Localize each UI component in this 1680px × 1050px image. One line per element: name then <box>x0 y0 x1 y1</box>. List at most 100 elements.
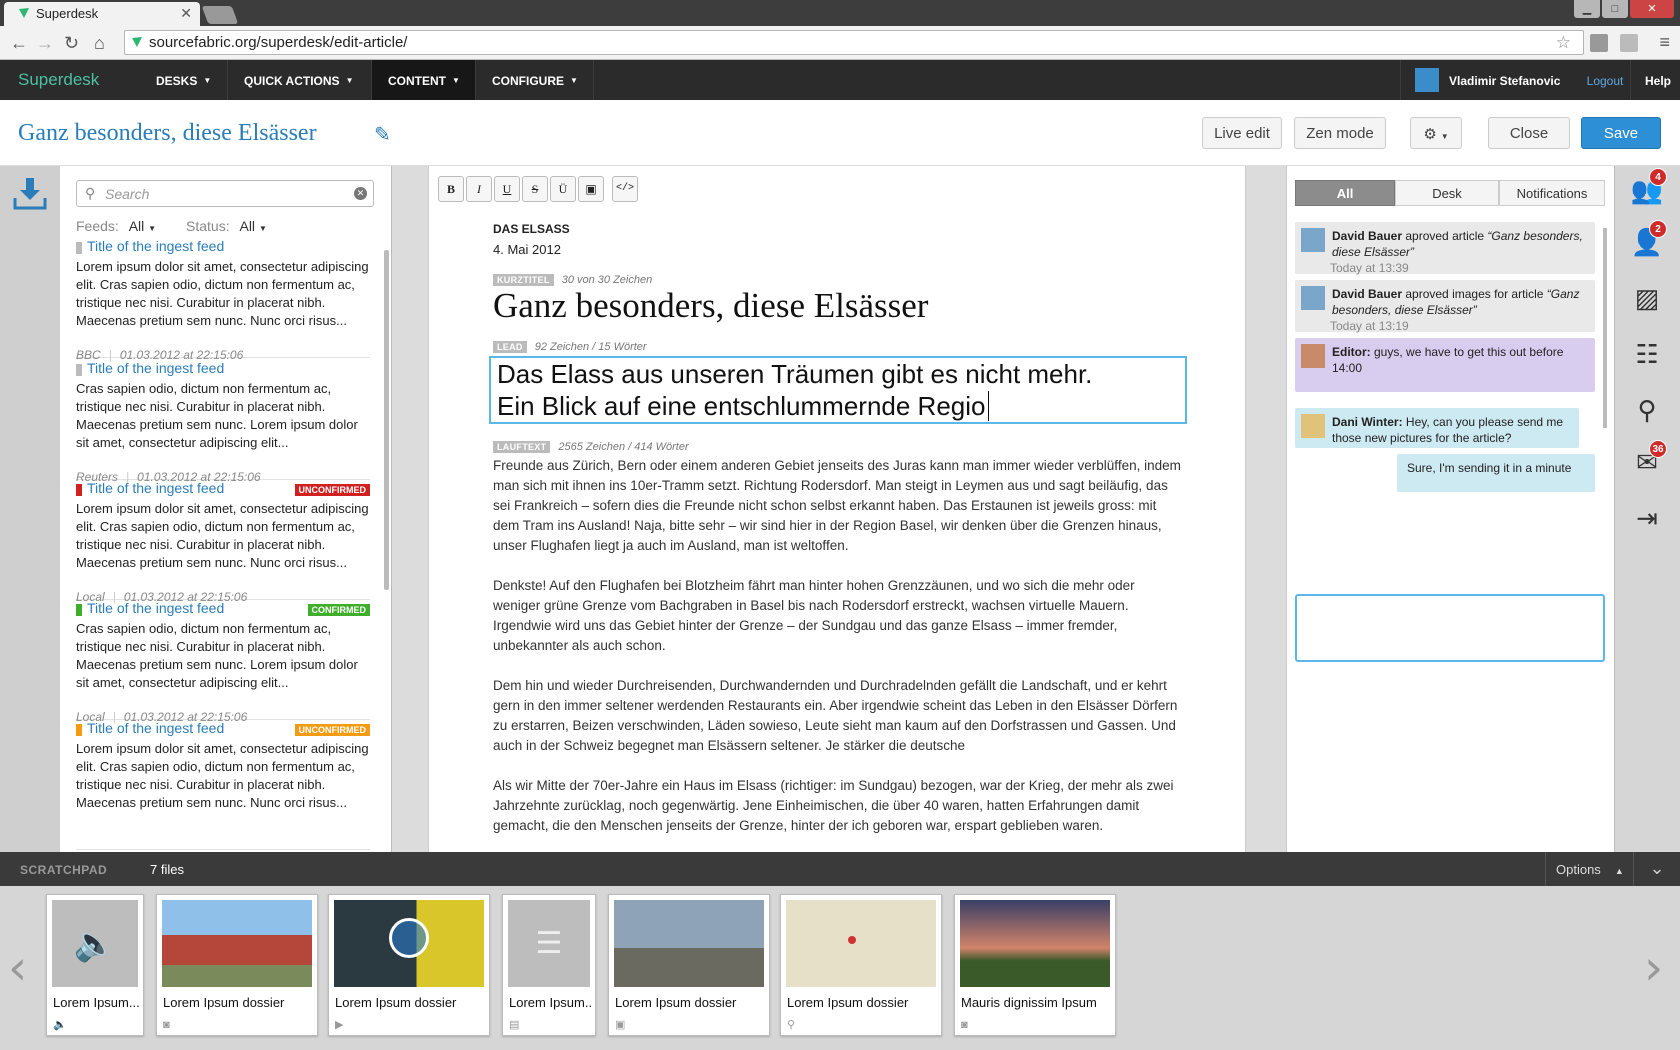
new-tab-button[interactable] <box>201 6 239 24</box>
feed-title[interactable]: Title of the ingest feed <box>87 238 224 254</box>
ingest-feed-item[interactable]: Title of the ingest feed Lorem ipsum dolo… <box>76 238 370 362</box>
lead-input[interactable]: Das Elass aus unseren Träumen gibt es ni… <box>489 356 1187 424</box>
save-button[interactable]: Save <box>1581 117 1661 149</box>
export-icon[interactable]: ⇥ <box>1625 496 1669 540</box>
body-paragraph: Als wir Mitte der 70er-Jahre ein Haus im… <box>493 778 1174 833</box>
photo-thumbnail <box>162 900 312 987</box>
home-icon[interactable]: ⌂ <box>94 33 105 54</box>
user-name: Vladimir Stefanovic <box>1449 74 1561 88</box>
bookmark-star-icon[interactable]: ☆ <box>1556 33 1571 53</box>
image-icon[interactable]: ▨ <box>1625 276 1669 320</box>
close-button[interactable]: Close <box>1488 117 1570 149</box>
extension-icon[interactable] <box>1590 34 1608 52</box>
forward-icon[interactable]: → <box>36 33 54 54</box>
status-indicator <box>76 242 82 254</box>
notification-badge: 2 <box>1649 220 1667 238</box>
feed-title[interactable]: Title of the ingest feed <box>87 360 224 376</box>
scratchpad-item[interactable]: ☰ Lorem Ipsum... ▤ <box>502 894 596 1036</box>
nav-desks[interactable]: DESKS ▼ <box>136 60 228 100</box>
scratchpad-item[interactable]: Lorem Ipsum dossier ▶ <box>328 894 490 1036</box>
ingest-feed-item[interactable]: Title of the ingest feed Cras sapien odio… <box>76 360 370 484</box>
comments-icon[interactable]: ✉ 36 <box>1625 440 1669 484</box>
ingest-feed-item[interactable]: Title of the ingest feed UNCONFIRMED Lorem… <box>76 480 370 604</box>
feed-title[interactable]: Title of the ingest feed <box>87 600 224 616</box>
maximize-icon[interactable]: □ <box>1602 0 1628 18</box>
underline-button[interactable]: U <box>494 176 520 202</box>
special-char-button[interactable]: Ü <box>550 176 576 202</box>
settings-dropdown-button[interactable]: ⚙ ▼ <box>1410 117 1462 149</box>
zen-mode-button[interactable]: Zen mode <box>1294 117 1386 149</box>
tab-close-icon[interactable]: ✕ <box>180 5 192 22</box>
superdesk-logo[interactable]: Superdesk <box>18 70 99 90</box>
tab-desk[interactable]: Desk <box>1395 180 1499 206</box>
chevron-down-icon: ▼ <box>258 224 267 233</box>
formatting-toolbar: B I U S Ü ▣ </> <box>438 176 638 202</box>
search-input[interactable]: ⚲ Search ✕ <box>76 180 374 207</box>
extension-icon[interactable] <box>1620 34 1638 52</box>
tab-all[interactable]: All <box>1295 180 1395 206</box>
insert-image-button[interactable]: ▣ <box>578 176 604 202</box>
browser-toolbar: ← → ↻ ⌂ sourcefabric.org/superdesk/edit-… <box>0 26 1680 60</box>
browser-menu-icon[interactable]: ≡ <box>1659 32 1670 53</box>
ingest-feed-item[interactable]: Title of the ingest feed UNCONFIRMED Lorem… <box>76 720 370 850</box>
app-navbar: Superdesk DESKS ▼ QUICK ACTIONS ▼ CONTENT ▼… <box>0 60 1680 100</box>
source-code-button[interactable]: </> <box>612 176 638 202</box>
address-bar[interactable]: sourcefabric.org/superdesk/edit-article/… <box>124 30 1584 55</box>
chevron-down-icon: ▼ <box>203 76 212 85</box>
status-filter[interactable]: Status: All ▼ <box>186 218 267 234</box>
back-icon[interactable]: ← <box>10 33 28 54</box>
scratchpad-item[interactable]: Lorem Ipsum dossier ▣ <box>608 894 770 1036</box>
feed-excerpt: Cras sapien odio, dictum non fermentum a… <box>76 381 358 450</box>
tab-notifications[interactable]: Notifications <box>1499 180 1605 206</box>
sliders-icon[interactable]: ☷ <box>1625 332 1669 376</box>
scratchpad-item[interactable]: Mauris dignissim Ipsum ◙ <box>954 894 1116 1036</box>
scrollbar[interactable] <box>384 250 389 590</box>
ingest-feed-item[interactable]: Title of the ingest feed CONFIRMED Cras sa… <box>76 600 370 724</box>
minimize-icon[interactable]: ▁ <box>1574 0 1600 18</box>
avatar <box>1301 344 1325 368</box>
chat-input[interactable] <box>1295 594 1605 662</box>
collapse-scratchpad-icon[interactable]: ⌄ <box>1633 852 1680 886</box>
reload-icon[interactable]: ↻ <box>64 33 79 54</box>
camera-icon: ◙ <box>961 1019 968 1031</box>
ingest-download-icon[interactable] <box>12 176 48 212</box>
activity-tabs: All Desk Notifications <box>1295 180 1605 206</box>
scrollbar[interactable] <box>1603 228 1607 428</box>
feed-title[interactable]: Title of the ingest feed <box>87 480 224 496</box>
scratchpad-item[interactable]: 🔈 Lorem Ipsum... 🔈 <box>46 894 144 1036</box>
status-indicator <box>76 724 82 736</box>
scratchpad-item[interactable]: Lorem Ipsum dossier ◙ <box>156 894 318 1036</box>
chevron-left-icon[interactable]: ‹ <box>8 940 27 996</box>
browser-tab[interactable]: Superdesk ✕ <box>4 2 200 26</box>
users-icon[interactable]: 👥 4 <box>1625 168 1669 212</box>
map-pin-icon[interactable]: ⚲ <box>1625 388 1669 432</box>
help-link[interactable]: Help <box>1630 60 1680 100</box>
play-icon <box>389 918 429 958</box>
chevron-right-icon[interactable]: › <box>1644 940 1663 996</box>
feed-title[interactable]: Title of the ingest feed <box>87 720 224 736</box>
camera-icon: ◙ <box>163 1019 170 1031</box>
edit-pencil-icon[interactable]: ✎ <box>374 122 391 147</box>
body-text-field[interactable]: Freunde aus Zürich, Bern oder einem ande… <box>493 456 1183 851</box>
logout-link[interactable]: Logout <box>1580 74 1630 88</box>
clear-search-icon[interactable]: ✕ <box>354 187 367 200</box>
strikethrough-button[interactable]: S <box>522 176 548 202</box>
feeds-filter[interactable]: Feeds: All ▼ <box>76 218 156 234</box>
bold-button[interactable]: B <box>438 176 464 202</box>
scratchpad-item[interactable]: Lorem Ipsum dossier ⚲ <box>780 894 942 1036</box>
chat-message: Dani Winter: Hey, can you please send me… <box>1295 408 1579 448</box>
sidebar-icon-column: 👥 4 👤 2 ▨ ☷ ⚲ ✉ 36 ⇥ <box>1614 166 1680 852</box>
window-close-icon[interactable]: ✕ <box>1630 0 1674 18</box>
nav-content[interactable]: CONTENT ▼ <box>372 60 476 100</box>
live-edit-button[interactable]: Live edit <box>1202 117 1282 149</box>
site-favicon-icon <box>132 37 142 47</box>
italic-button[interactable]: I <box>466 176 492 202</box>
scratchpad-options-button[interactable]: Options ▲ <box>1545 852 1633 886</box>
nav-configure[interactable]: CONFIGURE ▼ <box>476 60 594 100</box>
map-pin-icon: ⚲ <box>787 1019 796 1031</box>
nav-quick-actions[interactable]: QUICK ACTIONS ▼ <box>228 60 372 100</box>
user-menu[interactable]: Vladimir Stefanovic <box>1400 60 1580 100</box>
ingest-panel: ⚲ Search ✕ Feeds: All ▼ Status: All ▼ Ti… <box>60 166 392 852</box>
desk-user-icon[interactable]: 👤 2 <box>1625 220 1669 264</box>
headline-field[interactable]: Ganz besonders, diese Elsässer <box>493 286 928 326</box>
